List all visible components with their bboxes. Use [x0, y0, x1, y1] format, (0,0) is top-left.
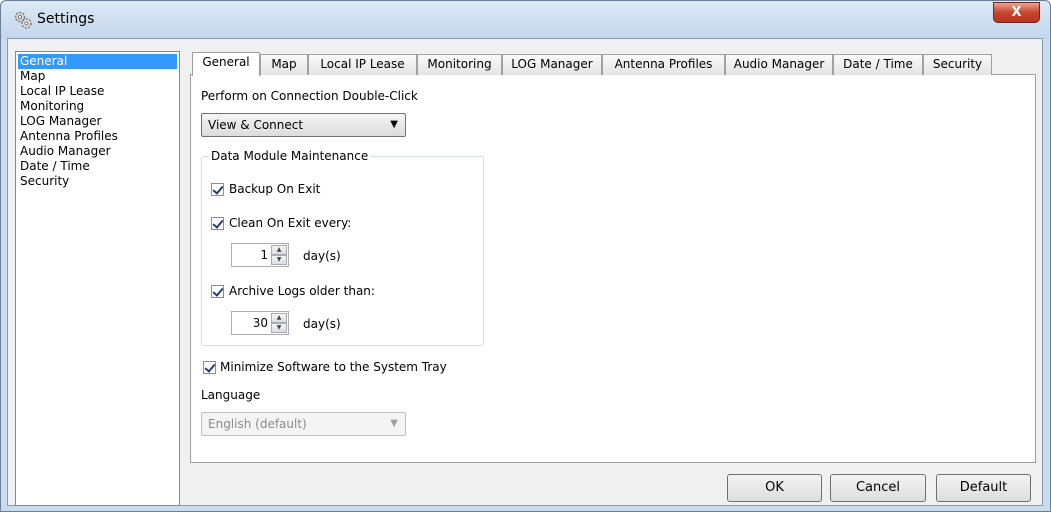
nav-item-monitoring[interactable]: Monitoring — [18, 99, 177, 114]
default-button[interactable]: Default — [936, 474, 1031, 502]
nav-item-date-time[interactable]: Date / Time — [18, 159, 177, 174]
stepper-up-icon[interactable]: ▲ — [271, 313, 287, 323]
stepper-down-icon[interactable]: ▼ — [271, 255, 287, 265]
nav-item-log-manager[interactable]: LOG Manager — [18, 114, 177, 129]
settings-gears-icon — [13, 10, 33, 30]
tab-audio-manager[interactable]: Audio Manager — [725, 54, 833, 75]
nav-item-audio-manager[interactable]: Audio Manager — [18, 144, 177, 159]
stepper-down-icon[interactable]: ▼ — [271, 323, 287, 333]
archive-days-stepper[interactable]: 30 ▲ ▼ — [231, 311, 289, 335]
nav-item-security[interactable]: Security — [18, 174, 177, 189]
ok-button[interactable]: OK — [727, 474, 822, 502]
language-value: English (default) — [208, 417, 307, 431]
archive-logs-label: Archive Logs older than: — [229, 284, 375, 298]
dropdown-arrow-icon: ▼ — [390, 418, 398, 429]
tab-general[interactable]: General — [192, 52, 260, 76]
minimize-to-tray-label: Minimize Software to the System Tray — [220, 360, 447, 374]
clean-days-stepper[interactable]: 1 ▲ ▼ — [231, 243, 289, 267]
tab-monitoring[interactable]: Monitoring — [417, 54, 502, 75]
language-label: Language — [201, 388, 261, 402]
clean-days-value: 1 — [260, 248, 268, 262]
minimize-to-tray-checkbox[interactable] — [203, 361, 216, 374]
cancel-button[interactable]: Cancel — [830, 474, 926, 502]
close-button[interactable]: X — [993, 2, 1040, 23]
archive-logs-checkbox[interactable] — [211, 285, 224, 298]
window-title: Settings — [37, 11, 95, 27]
stepper-buttons: ▲ ▼ — [271, 313, 287, 333]
nav-item-local-ip-lease[interactable]: Local IP Lease — [18, 84, 177, 99]
nav-item-map[interactable]: Map — [18, 69, 177, 84]
double-click-label: Perform on Connection Double-Click — [201, 89, 418, 103]
stepper-up-icon[interactable]: ▲ — [271, 245, 287, 255]
tab-antenna-profiles[interactable]: Antenna Profiles — [602, 54, 725, 75]
double-click-action-value: View & Connect — [208, 118, 304, 132]
clean-days-unit: day(s) — [303, 249, 341, 263]
archive-days-unit: day(s) — [303, 317, 341, 331]
tab-map[interactable]: Map — [260, 54, 308, 75]
tab-date-time[interactable]: Date / Time — [833, 54, 923, 75]
close-icon: X — [1011, 5, 1022, 20]
group-title: Data Module Maintenance — [209, 149, 371, 163]
nav-item-general[interactable]: General — [18, 54, 177, 69]
archive-days-value: 30 — [252, 316, 268, 330]
settings-category-list[interactable]: General Map Local IP Lease Monitoring LO… — [15, 51, 180, 506]
title-bar[interactable]: Settings X — [1, 1, 1050, 39]
double-click-action-select[interactable]: View & Connect ▼ — [201, 113, 406, 137]
clean-on-exit-label: Clean On Exit every: — [229, 216, 352, 230]
tab-security[interactable]: Security — [923, 54, 992, 75]
backup-on-exit-label: Backup On Exit — [229, 182, 321, 196]
nav-item-antenna-profiles[interactable]: Antenna Profiles — [18, 129, 177, 144]
backup-on-exit-checkbox[interactable] — [211, 183, 224, 196]
tab-local-ip-lease[interactable]: Local IP Lease — [308, 54, 417, 75]
tab-log-manager[interactable]: LOG Manager — [502, 54, 602, 75]
clean-on-exit-checkbox[interactable] — [211, 217, 224, 230]
stepper-buttons: ▲ ▼ — [271, 245, 287, 265]
language-select[interactable]: English (default) ▼ — [201, 412, 406, 436]
dropdown-arrow-icon: ▼ — [390, 119, 398, 130]
